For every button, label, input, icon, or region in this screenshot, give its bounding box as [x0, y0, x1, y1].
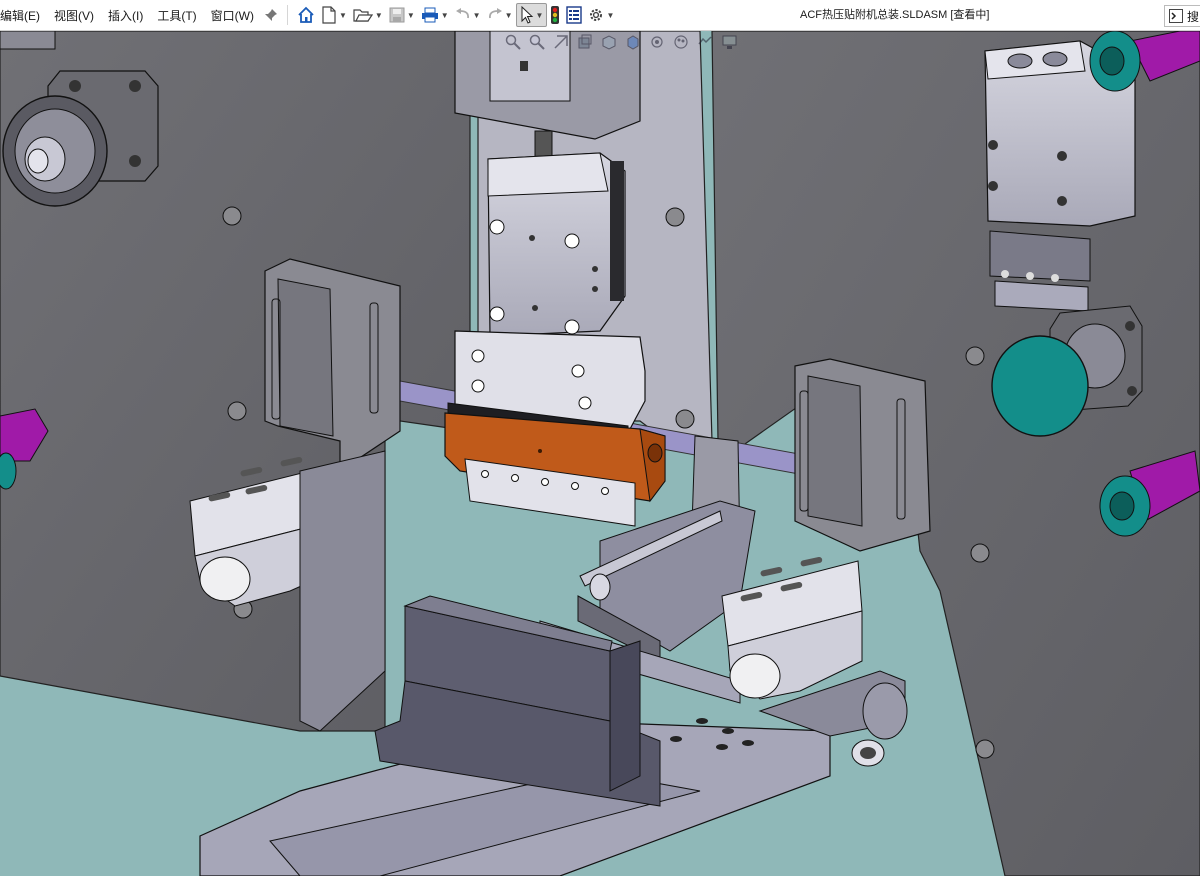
previous-view-icon[interactable] [553, 34, 569, 55]
chevron-down-icon[interactable]: ▼ [473, 11, 481, 20]
command-search-icon [1169, 9, 1183, 23]
rebuild-button[interactable] [547, 3, 563, 27]
menu-edit[interactable]: 编辑(E) [0, 7, 47, 24]
new-document-icon [322, 6, 336, 24]
undo-icon [455, 8, 469, 19]
hide-show-items-icon[interactable] [649, 34, 665, 55]
toolbar-separator [286, 5, 288, 25]
press-cylinder-body[interactable] [487, 152, 626, 337]
options-button[interactable]: ▼ [585, 3, 617, 27]
title-bar: 编辑(E) 视图(V) 插入(I) 工具(T) 窗口(W) ▼ ▼ ▼ ▼ ▼ … [0, 0, 1200, 31]
options-gear-icon [590, 9, 603, 21]
view-settings-icon[interactable] [721, 34, 739, 55]
undo-button[interactable]: ▼ [452, 3, 484, 27]
search-label: 搜 [1187, 9, 1200, 24]
home-icon [298, 6, 314, 23]
redo-button[interactable]: ▼ [484, 3, 516, 27]
select-button[interactable]: ▼ [515, 3, 548, 27]
zoom-area-icon[interactable] [529, 34, 545, 55]
menu-window[interactable]: 窗口(W) [204, 7, 261, 24]
new-document-button[interactable]: ▼ [318, 3, 350, 27]
menu-insert[interactable]: 插入(I) [101, 7, 150, 24]
document-title: ACF热压贴附机总装.SLDASM [查看中] [800, 9, 990, 21]
chevron-down-icon[interactable]: ▼ [606, 11, 614, 20]
save-icon [389, 7, 405, 23]
pin-menu-button[interactable] [261, 3, 281, 27]
model-viewport[interactable] [0, 31, 1200, 876]
display-style-icon[interactable] [625, 34, 641, 55]
print-icon [421, 7, 438, 23]
section-view-icon[interactable] [577, 34, 593, 55]
chevron-down-icon[interactable]: ▼ [536, 11, 544, 20]
print-button[interactable]: ▼ [418, 3, 452, 27]
open-button[interactable]: ▼ [350, 3, 386, 27]
redo-icon [488, 8, 502, 19]
chevron-down-icon[interactable]: ▼ [375, 11, 383, 20]
chevron-down-icon[interactable]: ▼ [339, 11, 347, 20]
view-orientation-icon[interactable] [601, 34, 617, 55]
menu-view[interactable]: 视图(V) [47, 7, 101, 24]
menu-tools[interactable]: 工具(T) [150, 7, 203, 24]
home-button[interactable] [294, 3, 318, 27]
menu-bar: 编辑(E) 视图(V) 插入(I) 工具(T) 窗口(W) [0, 7, 261, 24]
pin-icon [264, 9, 277, 21]
search-box[interactable]: 搜 [1164, 5, 1200, 27]
rebuild-traffic-light-icon [551, 6, 560, 24]
file-properties-button[interactable] [563, 3, 585, 27]
chevron-down-icon[interactable]: ▼ [441, 11, 449, 20]
heads-up-view-toolbar [505, 34, 739, 55]
select-pointer-icon [521, 6, 533, 24]
open-folder-icon [353, 9, 373, 22]
edit-appearance-icon[interactable] [673, 34, 689, 55]
chevron-down-icon[interactable]: ▼ [505, 11, 513, 20]
zoom-to-fit-icon[interactable] [505, 34, 521, 55]
apply-scene-icon[interactable] [697, 34, 713, 55]
save-button[interactable]: ▼ [386, 3, 418, 27]
chevron-down-icon[interactable]: ▼ [407, 11, 415, 20]
file-properties-icon [566, 6, 583, 24]
